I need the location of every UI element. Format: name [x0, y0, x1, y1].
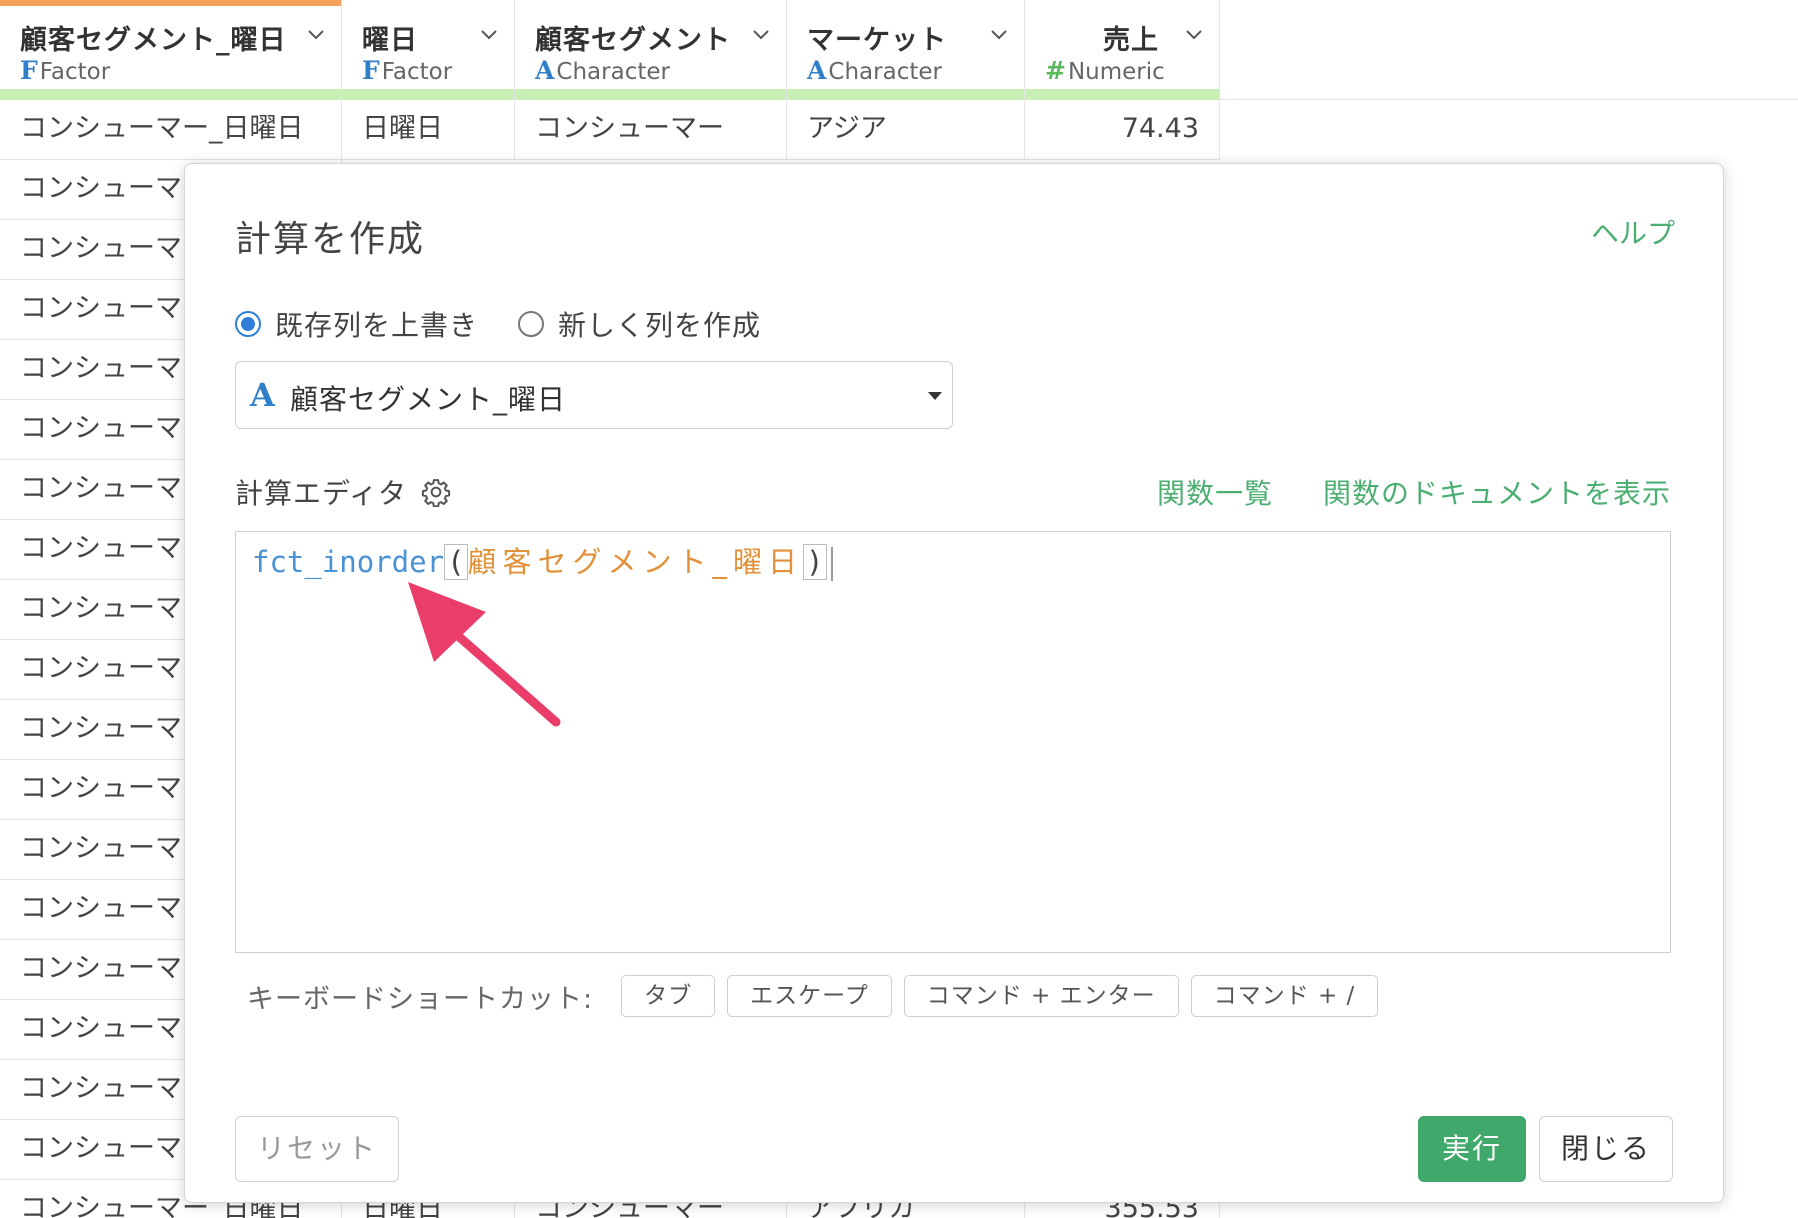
column-type-label: Character [556, 59, 670, 85]
caret-down-icon [928, 392, 942, 400]
shortcut-key: エスケープ [727, 975, 892, 1017]
column-name: マーケット [807, 25, 947, 56]
run-button[interactable]: 実行 [1418, 1116, 1526, 1182]
column-type: FFactor [20, 56, 110, 85]
column-quality-bar [0, 89, 341, 100]
column-type: ACharacter [807, 56, 942, 85]
editor-label: 計算エディタ [235, 477, 408, 510]
column-name: 顧客セグメント_曜日 [20, 25, 287, 56]
column-quality-bar [787, 89, 1024, 100]
column-type-label: Factor [381, 59, 453, 85]
reset-button[interactable]: リセット [235, 1116, 399, 1182]
chevron-down-icon[interactable] [752, 26, 770, 44]
code-argument: 顧客セグメント_曜日 [467, 545, 804, 579]
editor-label-row: 計算エディタ [235, 472, 451, 512]
radio-overwrite-column[interactable]: 既存列を上書き [235, 304, 478, 344]
factor-type-icon: F [362, 56, 380, 85]
column-header-segment-weekday[interactable]: 顧客セグメント_曜日 FFactor [0, 0, 342, 100]
keyboard-shortcuts: キーボードショートカット: タブ エスケープ コマンド + エンター コマンド … [247, 974, 1390, 1018]
code-open-paren: ( [444, 544, 468, 580]
code-close-paren: ) [803, 544, 827, 580]
gear-icon[interactable] [421, 477, 451, 507]
table-cell[interactable]: アジア [787, 100, 1025, 160]
column-name: 曜日 [362, 25, 418, 56]
shortcut-key: コマンド + エンター [903, 975, 1179, 1017]
column-header-segment[interactable]: 顧客セグメント ACharacter [515, 0, 787, 100]
text-cursor [830, 547, 833, 581]
chevron-down-icon[interactable] [1185, 26, 1203, 44]
radio-label: 新しく列を作成 [558, 309, 762, 342]
create-calculation-dialog: 計算を作成 ヘルプ 既存列を上書き 新しく列を作成 A 顧客セグメント_曜日 計… [184, 163, 1724, 1203]
character-type-icon: A [535, 56, 555, 85]
shortcut-key: コマンド + / [1190, 975, 1379, 1017]
column-type: ACharacter [535, 56, 670, 85]
table-cell[interactable]: コンシューマー [515, 100, 787, 160]
dialog-title: 計算を作成 [235, 219, 426, 260]
column-quality-bar [1025, 89, 1219, 100]
column-header-sales[interactable]: 売上 #Numeric [1025, 0, 1220, 100]
table-cell[interactable]: 74.43 [1025, 100, 1220, 160]
function-list-link[interactable]: 関数一覧 [1157, 472, 1273, 512]
column-header-weekday[interactable]: 曜日 FFactor [342, 0, 515, 100]
table-cell[interactable]: 日曜日 [342, 100, 515, 160]
column-quality-bar [342, 89, 514, 100]
column-name: 顧客セグメント [535, 25, 731, 56]
shortcut-key: タブ [621, 975, 716, 1017]
chevron-down-icon[interactable] [480, 26, 498, 44]
column-type-label: Numeric [1067, 59, 1165, 85]
radio-unchecked-icon[interactable] [518, 311, 545, 337]
shortcuts-label: キーボードショートカット: [247, 983, 594, 1015]
help-link[interactable]: ヘルプ [1591, 212, 1675, 252]
column-mode-radio-group: 既存列を上書き 新しく列を作成 [235, 304, 801, 344]
numeric-type-icon: # [1045, 56, 1066, 85]
radio-new-column[interactable]: 新しく列を作成 [518, 304, 761, 344]
character-type-icon: A [807, 56, 827, 85]
chevron-down-icon[interactable] [307, 26, 325, 44]
column-type-label: Character [828, 59, 942, 85]
column-type: #Numeric [1045, 56, 1165, 85]
character-type-icon: A [250, 376, 275, 414]
column-name: 売上 [1103, 25, 1159, 56]
calculation-editor[interactable]: fct_inorder(顧客セグメント_曜日) [235, 531, 1671, 953]
radio-checked-icon[interactable] [235, 311, 261, 337]
table-cell[interactable]: コンシューマー_日曜日 [0, 100, 342, 160]
column-header-market[interactable]: マーケット ACharacter [787, 0, 1025, 100]
column-type-label: Factor [39, 59, 111, 85]
function-docs-link[interactable]: 関数のドキュメントを表示 [1323, 472, 1671, 512]
column-type: FFactor [362, 56, 452, 85]
table-row[interactable]: コンシューマー_日曜日 日曜日 コンシューマー アジア 74.43 [0, 100, 1220, 160]
code-function-name: fct_inorder [252, 545, 445, 579]
chevron-down-icon[interactable] [990, 26, 1008, 44]
radio-label: 既存列を上書き [275, 309, 479, 342]
code-line: fct_inorder(顧客セグメント_曜日) [252, 542, 833, 582]
close-button[interactable]: 閉じる [1539, 1116, 1673, 1182]
editor-links: 関数一覧 関数のドキュメントを表示 [1107, 472, 1671, 512]
target-column-select[interactable]: A 顧客セグメント_曜日 [235, 361, 953, 429]
column-quality-bar [515, 89, 786, 100]
grid-header: 顧客セグメント_曜日 FFactor 曜日 FFactor 顧客セグメント AC… [0, 0, 1798, 100]
factor-type-icon: F [20, 56, 38, 85]
selected-column-name: 顧客セグメント_曜日 [290, 383, 567, 416]
